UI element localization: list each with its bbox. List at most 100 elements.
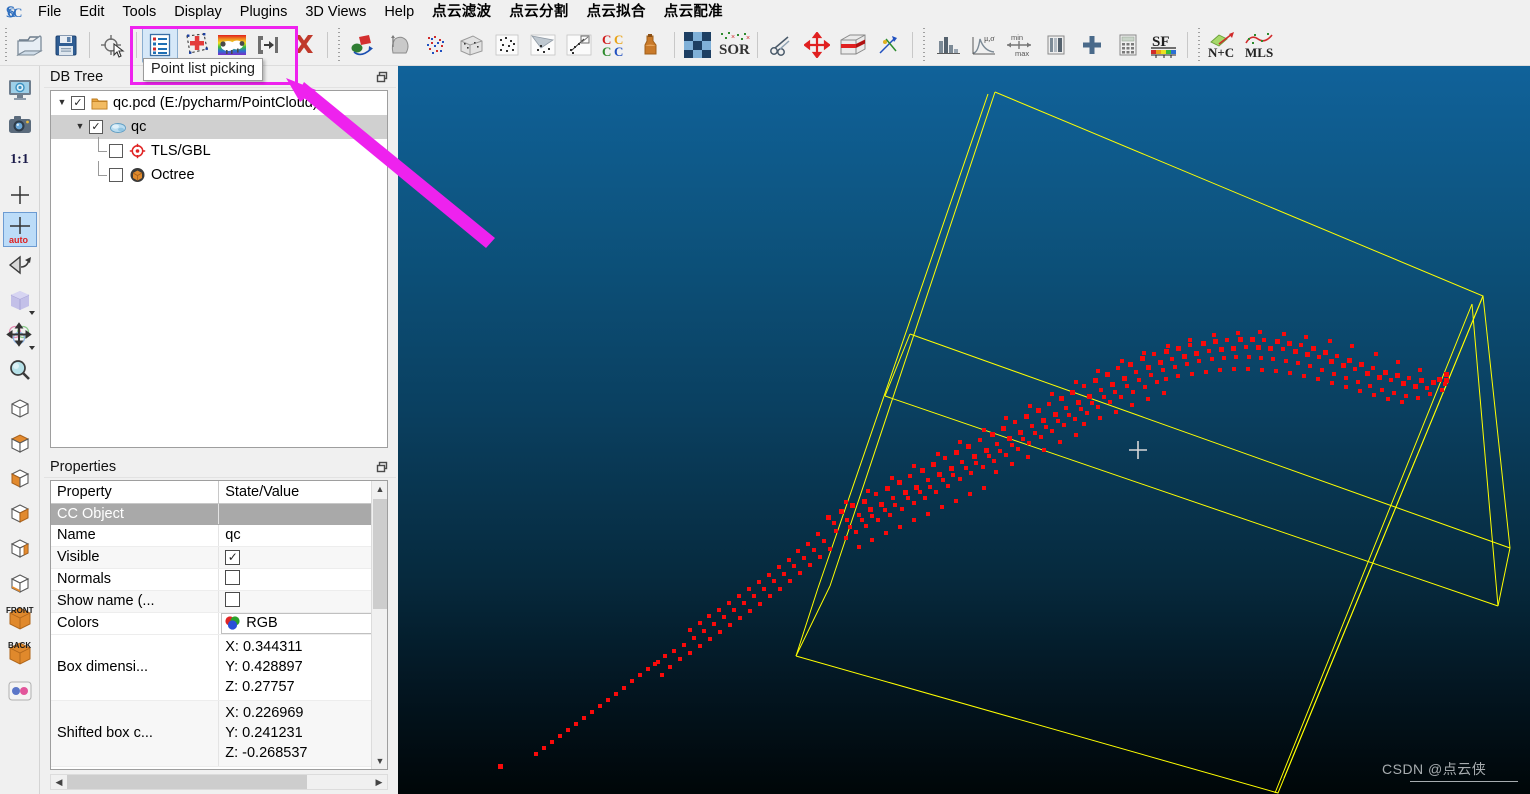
tree-checkbox[interactable]: ✓: [71, 96, 85, 110]
colors-combobox[interactable]: RGB ▼: [221, 612, 387, 633]
db-tree-list[interactable]: ▼ ✓ qc.pcd (E:/pycharm/PointCloud) ▼ ✓ q…: [50, 90, 388, 448]
camera-snapshot-icon[interactable]: [3, 107, 37, 142]
tree-node-qc[interactable]: ▼ ✓ qc: [51, 115, 387, 139]
normals-flip-icon[interactable]: [871, 27, 907, 63]
glue-icon[interactable]: [633, 27, 669, 63]
cloudcompare-window: 𝕊 C C File Edit Tools Display Plugins 3D…: [0, 0, 1530, 794]
view-bottom-icon[interactable]: [3, 460, 37, 495]
cloud-registration-icon[interactable]: [561, 27, 597, 63]
sor-filter-icon[interactable]: × × SOR: [716, 27, 752, 63]
scissors-icon[interactable]: [763, 27, 799, 63]
menu-cloud-segmentation[interactable]: 点云分割: [500, 1, 577, 24]
tree-node-root[interactable]: ▼ ✓ qc.pcd (E:/pycharm/PointCloud): [51, 91, 387, 115]
move-object-icon[interactable]: [3, 317, 37, 352]
3d-view[interactable]: CSDN @点云侠: [398, 66, 1530, 794]
scroll-left-arrow-icon[interactable]: ◀: [51, 775, 67, 789]
plus-icon[interactable]: [1074, 27, 1110, 63]
scroll-down-arrow-icon[interactable]: ▼: [372, 753, 387, 769]
tree-checkbox[interactable]: ✓: [89, 120, 103, 134]
menu-cloud-filter[interactable]: 点云滤波: [423, 1, 500, 24]
scalar-field-points-icon[interactable]: [417, 27, 453, 63]
scrollbar-thumb[interactable]: [67, 775, 307, 789]
rotate-view-icon[interactable]: [3, 247, 37, 282]
visible-checkbox[interactable]: ✓: [225, 549, 241, 565]
scroll-up-arrow-icon[interactable]: ▲: [372, 481, 387, 497]
set-pivot-icon[interactable]: [3, 177, 37, 212]
table-row[interactable]: Normals: [51, 568, 387, 591]
toolbar-grip[interactable]: [3, 27, 10, 62]
menu-cloud-registration[interactable]: 点云配准: [655, 1, 732, 24]
pick-rotation-center-icon[interactable]: [95, 27, 131, 63]
tree-node-label: Octree: [151, 167, 195, 183]
table-row[interactable]: Visible ✓: [51, 546, 387, 569]
display-settings-icon[interactable]: [3, 72, 37, 107]
stereo-mode-icon[interactable]: [3, 673, 37, 708]
toolbar-grip[interactable]: [921, 27, 928, 62]
n-plus-c-icon[interactable]: N+C: [1205, 27, 1241, 63]
view-global-icon[interactable]: [3, 390, 37, 425]
tree-node-tls-gbl[interactable]: TLS/GBL: [51, 137, 387, 163]
chevron-down-icon[interactable]: [28, 311, 35, 315]
apply-transformation-icon[interactable]: [345, 27, 381, 63]
show-name-checkbox[interactable]: [225, 591, 241, 607]
sf-scalar-field-icon[interactable]: SF: [1146, 27, 1182, 63]
menu-file[interactable]: File: [29, 1, 70, 24]
open-folder-icon[interactable]: [12, 27, 48, 63]
cloud-mesh-dist-icon[interactable]: [525, 27, 561, 63]
table-row[interactable]: Colors RGB ▼: [51, 612, 387, 635]
table-row[interactable]: Name qc: [51, 524, 387, 547]
mesh-sample-icon[interactable]: [453, 27, 489, 63]
menu-cloud-fitting[interactable]: 点云拟合: [578, 1, 655, 24]
min-max-icon[interactable]: min max: [1002, 27, 1038, 63]
menu-help[interactable]: Help: [375, 1, 423, 24]
color-scale-icon[interactable]: [1038, 27, 1074, 63]
normals-checkbox[interactable]: [225, 569, 241, 585]
cloud-compare-icon[interactable]: [489, 27, 525, 63]
tree-checkbox[interactable]: [109, 144, 123, 158]
toolbar-grip[interactable]: [336, 27, 343, 62]
menu-display[interactable]: Display: [165, 1, 231, 24]
tree-node-octree[interactable]: Octree: [51, 161, 387, 187]
menu-tools[interactable]: Tools: [113, 1, 165, 24]
delete-cross-icon[interactable]: [286, 27, 322, 63]
properties-horizontal-scrollbar[interactable]: ◀ ▶: [50, 774, 388, 790]
view-left-icon[interactable]: [3, 495, 37, 530]
menu-edit[interactable]: Edit: [70, 1, 113, 24]
gauss-filter-icon[interactable]: μ,σ: [966, 27, 1002, 63]
translate-rotate-icon[interactable]: [799, 27, 835, 63]
compute-normals-icon[interactable]: [381, 27, 417, 63]
view-back-icon[interactable]: BACK: [3, 635, 37, 670]
save-disk-icon[interactable]: [48, 27, 84, 63]
auto-pivot-icon[interactable]: auto: [2, 212, 37, 247]
expand-triangle-icon[interactable]: ▼: [53, 97, 71, 108]
tree-guide: [89, 161, 109, 187]
calculator-icon[interactable]: [1110, 27, 1146, 63]
view-front-icon[interactable]: FRONT: [3, 600, 37, 635]
view-iso-icon[interactable]: [3, 565, 37, 600]
zoom-1-1-icon[interactable]: 1:1: [3, 142, 37, 177]
view-toolbar: 1:1 auto FRONT BACK: [0, 66, 40, 794]
default-light-cube-icon[interactable]: [3, 282, 37, 317]
tree-checkbox[interactable]: [109, 168, 123, 182]
toolbar-grip[interactable]: [1196, 27, 1203, 62]
properties-grid[interactable]: Property State/Value CC Object Name qc V…: [50, 480, 388, 770]
cc-colors-icon[interactable]: C C C C: [597, 27, 633, 63]
menu-3d-views[interactable]: 3D Views: [296, 1, 375, 24]
chevron-down-icon[interactable]: [28, 346, 35, 350]
cross-section-icon[interactable]: [835, 27, 871, 63]
histogram-icon[interactable]: [930, 27, 966, 63]
table-row[interactable]: Show name (...: [51, 590, 387, 613]
subsample-checker-icon[interactable]: [680, 27, 716, 63]
view-top-icon[interactable]: [3, 425, 37, 460]
restore-window-icon[interactable]: [372, 68, 392, 86]
scroll-right-arrow-icon[interactable]: ▶: [371, 775, 387, 789]
zoom-magnifier-icon[interactable]: [3, 352, 37, 387]
expand-triangle-icon[interactable]: ▼: [71, 121, 89, 132]
menu-plugins[interactable]: Plugins: [231, 1, 297, 24]
view-front-label: FRONT: [6, 606, 34, 615]
scrollbar-thumb[interactable]: [373, 499, 387, 609]
properties-vertical-scrollbar[interactable]: ▲ ▼: [371, 481, 387, 769]
view-right-icon[interactable]: [3, 530, 37, 565]
restore-window-icon[interactable]: [372, 458, 392, 476]
mls-icon[interactable]: MLS: [1241, 27, 1277, 63]
